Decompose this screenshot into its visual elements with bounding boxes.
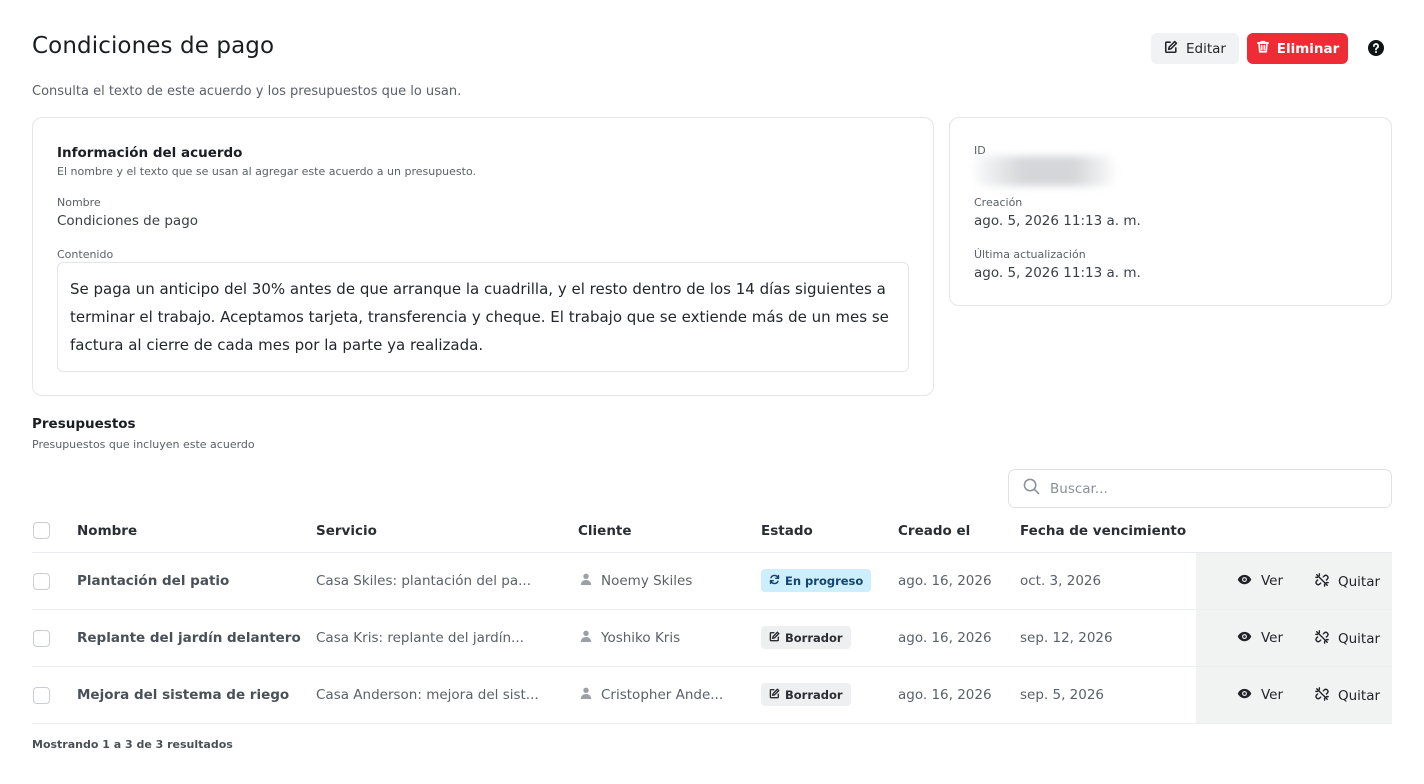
view-label: Ver — [1261, 687, 1284, 703]
edit-icon — [769, 631, 780, 645]
table-row[interactable]: Replante del jardín delantero Casa Kris:… — [32, 610, 1392, 667]
row-created: ago. 16, 2026 — [898, 687, 992, 703]
created-label: Creación — [974, 196, 1023, 209]
content-value: Se paga un anticipo del 30% antes de que… — [57, 262, 909, 372]
eye-icon — [1237, 630, 1252, 646]
agreement-info-card: Información del acuerdo El nombre y el t… — [32, 117, 934, 396]
unlink-icon — [1315, 573, 1329, 591]
column-header-service[interactable]: Servicio — [316, 523, 377, 539]
row-actions: Ver Quitar — [1196, 553, 1392, 609]
user-icon — [580, 630, 592, 646]
page-title: Condiciones de pago — [32, 33, 275, 59]
help-circle-icon[interactable] — [1368, 40, 1384, 56]
eye-icon — [1237, 573, 1252, 589]
page-subtitle: Consulta el texto de este acuerdo y los … — [32, 84, 462, 99]
view-label: Ver — [1261, 630, 1284, 646]
created-value: ago. 5, 2026 11:13 a. m. — [974, 213, 1141, 229]
column-header-status[interactable]: Estado — [761, 523, 813, 539]
row-client: Cristopher Ande... — [580, 687, 723, 703]
view-button[interactable]: Ver — [1237, 630, 1283, 646]
delete-button-label: Eliminar — [1276, 40, 1340, 57]
status-badge: En progreso — [761, 569, 872, 592]
table-row[interactable]: Plantación del patio Casa Skiles: planta… — [32, 553, 1392, 610]
status-badge: Borrador — [761, 626, 851, 649]
name-value: Condiciones de pago — [57, 213, 199, 229]
search-input[interactable] — [1050, 480, 1370, 497]
delete-button[interactable]: Eliminar — [1247, 33, 1348, 64]
search-icon — [1023, 478, 1040, 499]
row-checkbox[interactable] — [33, 687, 50, 704]
remove-label: Quitar — [1338, 688, 1381, 704]
remove-button[interactable]: Quitar — [1315, 687, 1380, 705]
row-actions: Ver Quitar — [1196, 610, 1392, 666]
edit-button-label: Editar — [1186, 40, 1226, 57]
user-icon — [580, 573, 592, 589]
select-all-checkbox[interactable] — [33, 522, 50, 539]
table-row[interactable]: Mejora del sistema de riego Casa Anderso… — [32, 667, 1392, 724]
row-client: Noemy Skiles — [580, 573, 692, 589]
edit-icon — [1164, 40, 1178, 58]
status-badge: Borrador — [761, 683, 851, 706]
unlink-icon — [1315, 687, 1329, 705]
row-checkbox[interactable] — [33, 573, 50, 590]
row-due: oct. 3, 2026 — [1020, 573, 1102, 589]
search-box[interactable] — [1008, 469, 1392, 508]
row-name: Replante del jardín delantero — [77, 630, 301, 646]
row-created: ago. 16, 2026 — [898, 573, 992, 589]
row-name: Mejora del sistema de riego — [77, 687, 290, 703]
name-label: Nombre — [57, 196, 101, 209]
status-label: Borrador — [785, 630, 843, 645]
eye-icon — [1237, 687, 1252, 703]
client-name: Cristopher Ande... — [601, 687, 724, 703]
id-value-redacted — [974, 156, 1116, 186]
edit-button[interactable]: Editar — [1151, 33, 1239, 64]
quotes-section-title: Presupuestos — [32, 416, 136, 432]
row-due: sep. 5, 2026 — [1020, 687, 1105, 703]
unlink-icon — [1315, 630, 1329, 648]
status-label: Borrador — [785, 687, 843, 702]
pagination-summary: Mostrando 1 a 3 de 3 resultados — [32, 738, 233, 751]
row-name: Plantación del patio — [77, 573, 230, 589]
view-button[interactable]: Ver — [1237, 687, 1283, 703]
remove-label: Quitar — [1338, 574, 1381, 590]
agreement-card-description: El nombre y el texto que se usan al agre… — [57, 165, 476, 178]
remove-button[interactable]: Quitar — [1315, 630, 1380, 648]
view-button[interactable]: Ver — [1237, 573, 1283, 589]
remove-button[interactable]: Quitar — [1315, 573, 1380, 591]
agreement-meta-card: ID Creación ago. 5, 2026 11:13 a. m. Últ… — [949, 117, 1392, 306]
table-header: Nombre Servicio Cliente Estado Creado el… — [32, 510, 1392, 553]
agreement-card-title: Información del acuerdo — [57, 145, 243, 161]
column-header-name[interactable]: Nombre — [77, 523, 137, 539]
column-header-client[interactable]: Cliente — [578, 523, 632, 539]
edit-icon — [769, 688, 780, 702]
client-name: Yoshiko Kris — [601, 630, 681, 646]
row-actions: Ver Quitar — [1196, 667, 1392, 723]
row-due: sep. 12, 2026 — [1020, 630, 1113, 646]
row-checkbox[interactable] — [33, 630, 50, 647]
row-service: Casa Kris: replante del jardín... — [316, 630, 524, 646]
row-client: Yoshiko Kris — [580, 630, 680, 646]
row-created: ago. 16, 2026 — [898, 630, 992, 646]
quotes-section-description: Presupuestos que incluyen este acuerdo — [32, 438, 255, 451]
updated-label: Última actualización — [974, 248, 1086, 261]
column-header-due[interactable]: Fecha de vencimiento — [1020, 523, 1186, 539]
remove-label: Quitar — [1338, 631, 1381, 647]
user-icon — [580, 687, 592, 703]
column-header-created[interactable]: Creado el — [898, 523, 970, 539]
updated-value: ago. 5, 2026 11:13 a. m. — [974, 265, 1141, 281]
quotes-table: Nombre Servicio Cliente Estado Creado el… — [32, 510, 1392, 724]
client-name: Noemy Skiles — [601, 573, 693, 589]
trash-icon — [1256, 39, 1270, 58]
row-service: Casa Anderson: mejora del sist... — [316, 687, 539, 703]
view-label: Ver — [1261, 573, 1284, 589]
status-label: En progreso — [785, 573, 864, 588]
row-service: Casa Skiles: plantación del pa... — [316, 573, 531, 589]
content-label: Contenido — [57, 248, 114, 261]
refresh-icon — [769, 574, 780, 588]
